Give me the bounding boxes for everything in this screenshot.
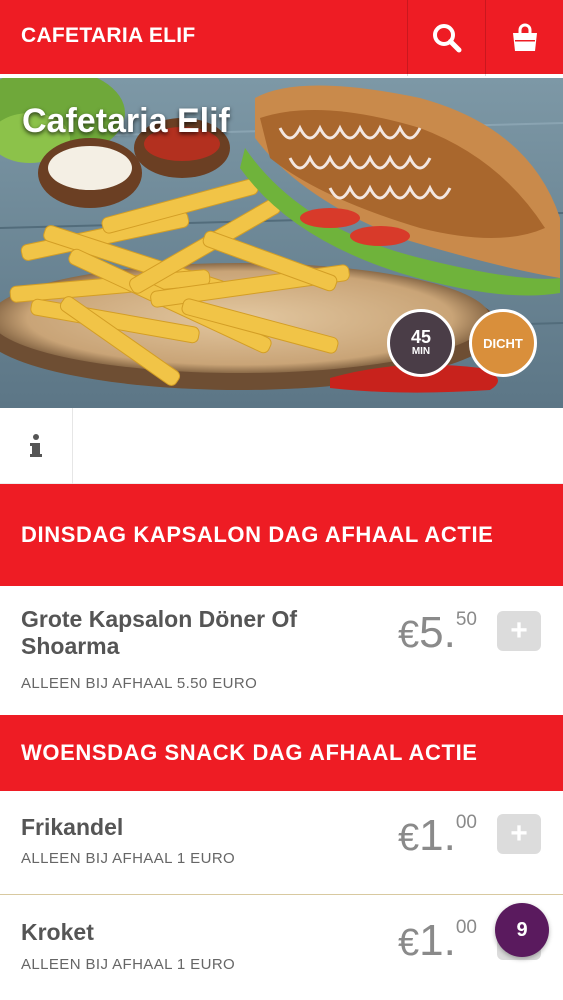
delivery-time-badge: 45 MIN bbox=[387, 309, 455, 377]
info-icon bbox=[30, 434, 42, 457]
shopping-bag-icon bbox=[512, 23, 537, 51]
product-row[interactable]: Kroket ALLEEN BIJ AFHAAL 1 EURO €1.00 + bbox=[0, 896, 563, 1000]
restaurant-title: Cafetaria Elif bbox=[22, 102, 230, 140]
product-row[interactable]: Grote Kapsalon Döner Of Shoarma ALLEEN B… bbox=[0, 586, 563, 715]
product-name: Grote Kapsalon Döner Of Shoarma bbox=[21, 606, 298, 659]
product-row[interactable]: Frikandel ALLEEN BIJ AFHAAL 1 EURO €1.00… bbox=[0, 791, 563, 895]
price-separator: . bbox=[443, 811, 456, 860]
price-cents: 00 bbox=[455, 917, 477, 938]
price-separator: . bbox=[443, 916, 456, 965]
product-name: Kroket bbox=[21, 919, 94, 945]
delivery-time-value: 45 bbox=[410, 327, 432, 347]
top-bar: CAFETARIA ELIF bbox=[0, 0, 563, 76]
price-whole: 1 bbox=[419, 916, 444, 965]
info-button[interactable] bbox=[0, 408, 73, 484]
price-separator: . bbox=[443, 608, 456, 657]
product-description: ALLEEN BIJ AFHAAL 1 EURO bbox=[21, 956, 236, 973]
price-whole: 1 bbox=[419, 811, 444, 860]
price-currency: € bbox=[398, 817, 420, 859]
price-currency: € bbox=[398, 922, 420, 964]
add-to-cart-button[interactable]: + bbox=[497, 814, 541, 854]
price-whole: 5 bbox=[419, 608, 444, 657]
delivery-time-unit: MIN bbox=[411, 346, 431, 357]
price-currency: € bbox=[398, 614, 420, 656]
product-price: €5.50 bbox=[398, 608, 477, 658]
category-header[interactable]: WOENSDAG SNACK DAG AFHAAL ACTIE bbox=[0, 715, 563, 791]
search-button[interactable] bbox=[407, 0, 485, 76]
product-description: ALLEEN BIJ AFHAAL 5.50 EURO bbox=[21, 675, 258, 692]
cart-count-badge[interactable]: 9 bbox=[495, 903, 549, 957]
category-header[interactable]: DINSDAG KAPSALON DAG AFHAAL ACTIE bbox=[0, 484, 563, 586]
product-name: Frikandel bbox=[21, 814, 124, 840]
brand-name[interactable]: CAFETARIA ELIF bbox=[21, 24, 196, 48]
status-badge: DICHT bbox=[469, 309, 537, 377]
add-to-cart-button[interactable]: + bbox=[497, 611, 541, 651]
product-description: ALLEEN BIJ AFHAAL 1 EURO bbox=[21, 850, 236, 867]
search-icon bbox=[432, 24, 461, 53]
cart-button[interactable] bbox=[485, 0, 563, 76]
price-cents: 50 bbox=[455, 609, 477, 630]
product-price: €1.00 bbox=[398, 811, 477, 861]
price-cents: 00 bbox=[455, 812, 477, 833]
product-price: €1.00 bbox=[398, 916, 477, 966]
info-strip bbox=[0, 408, 563, 484]
hero-banner: Cafetaria Elif 45 MIN DICHT bbox=[0, 78, 563, 408]
